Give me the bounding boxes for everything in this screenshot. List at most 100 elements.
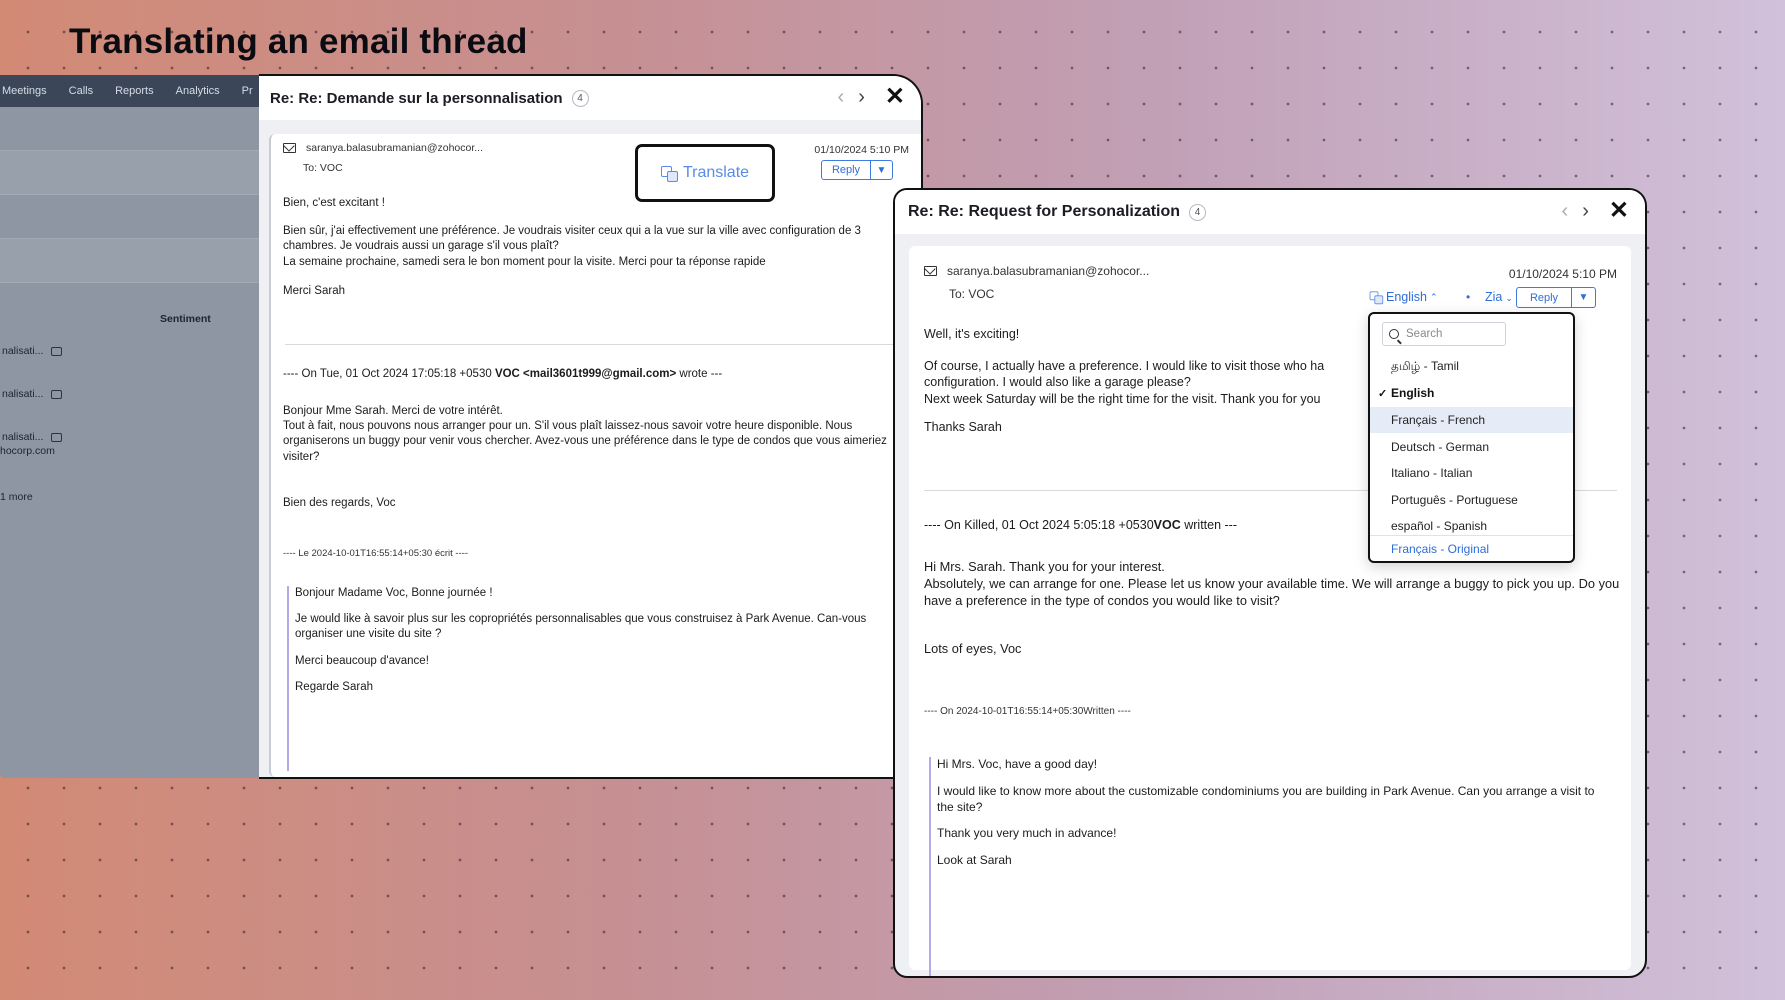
envelope-icon	[924, 266, 937, 276]
body-line: Bien, c'est excitant !	[283, 197, 385, 209]
nested-quote-line: Je would like à savoir plus sur les copr…	[295, 613, 867, 641]
email-header: Re: Re: Request for Personalization 4 ‹ …	[895, 190, 1645, 234]
reply-options-button[interactable]: ▼	[871, 160, 893, 180]
reply-button[interactable]: Reply	[821, 160, 871, 180]
email-header: Re: Re: Demande sur la personnalisation …	[259, 76, 921, 120]
email-date: 01/10/2024 5:10 PM	[814, 144, 909, 156]
nav-reports[interactable]: Reports	[115, 85, 154, 97]
message-body: Bien, c'est excitant ! Bien sûr, j'ai ef…	[283, 196, 899, 308]
language-option-french[interactable]: Français - French	[1370, 407, 1573, 433]
language-option-english[interactable]: ✓ English	[1370, 380, 1573, 406]
separator-dot: •	[1466, 290, 1471, 304]
language-selected: English	[1386, 290, 1427, 304]
language-option-portuguese[interactable]: Português - Portuguese	[1370, 487, 1573, 513]
envelope-icon	[283, 143, 296, 153]
language-selector[interactable]: English ⌃	[1368, 290, 1438, 305]
nested-quote-line: Regarde Sarah	[295, 680, 373, 693]
quoted-sender: VOC <mail3601t999@gmail.com>	[494, 368, 677, 380]
divider	[285, 344, 915, 345]
nested-quote-line: Bonjour Madame Voc, Bonne journée !	[295, 587, 493, 599]
translate-icon	[660, 166, 678, 182]
quoted-body: Hi Mrs. Sarah. Thank you for your intere…	[924, 559, 1624, 667]
email-subject: Re: Re: Request for Personalization	[908, 203, 1181, 220]
crm-row-label[interactable]: nalisati...	[2, 431, 63, 443]
email-window-original: Re: Re: Demande sur la personnalisation …	[259, 74, 923, 779]
email-window-translated: Re: Re: Request for Personalization 4 ‹ …	[893, 188, 1647, 978]
zia-menu[interactable]: Zia ⌄	[1485, 290, 1513, 304]
quote-separator: ---- Le 2024-10-01T16:55:14+05:30 écrit …	[283, 548, 469, 559]
sentiment-column-header: Sentiment	[160, 313, 211, 325]
checkmark-icon: ✓	[1378, 387, 1388, 400]
reply-button-group: Reply ▼	[821, 160, 893, 180]
crm-row-label[interactable]: nalisati...	[2, 345, 63, 357]
crm-row-email: hocorp.com	[0, 445, 55, 457]
recipient-line: To: VOC	[303, 162, 343, 174]
crm-row	[0, 107, 262, 151]
message-card: saranya.balasubramanian@zohocor... To: V…	[269, 134, 921, 777]
body-line: configuration. I would also like a garag…	[924, 375, 1191, 389]
quoted-line: Tout à fait, nous pouvons nous arranger …	[283, 420, 887, 463]
message-icon	[51, 346, 63, 356]
crm-top-nav: Meetings Calls Reports Analytics Pr	[0, 75, 262, 107]
nav-meetings[interactable]: Meetings	[2, 85, 47, 97]
message-icon	[51, 432, 63, 442]
language-option-german[interactable]: Deutsch - German	[1370, 434, 1573, 460]
language-option-italian[interactable]: Italiano - Italian	[1370, 460, 1573, 486]
nested-quote: Bonjour Madame Voc, Bonne journée ! Je w…	[287, 586, 899, 771]
chevron-down-icon: ⌄	[1505, 293, 1513, 303]
crm-row-label[interactable]: nalisati...	[2, 388, 63, 400]
crm-background-app: Meetings Calls Reports Analytics Pr Sent…	[0, 75, 262, 778]
email-subject: Re: Re: Demande sur la personnalisation	[270, 89, 563, 107]
close-icon[interactable]: ✕	[885, 85, 905, 109]
nested-quote-line: I would like to know more about the cust…	[937, 783, 1595, 814]
quoted-header: ---- On Tue, 01 Oct 2024 17:05:18 +0530 …	[283, 368, 723, 380]
nav-calls[interactable]: Calls	[69, 85, 93, 97]
nested-quote-line: Hi Mrs. Voc, have a good day!	[937, 757, 1098, 771]
quoted-line: Absolutely, we can arrange for one. Plea…	[924, 575, 1620, 608]
reply-button[interactable]: Reply	[1516, 287, 1572, 308]
body-line: Next week Saturday will be the right tim…	[924, 391, 1321, 406]
quoted-sender: VOC	[1153, 518, 1181, 532]
reply-options-button[interactable]: ▼	[1572, 287, 1596, 308]
sender-address[interactable]: saranya.balasubramanian@zohocor...	[306, 142, 483, 154]
nested-quote-line: Merci beaucoup d'avance!	[295, 654, 429, 667]
page-headline: Translating an email thread	[69, 22, 528, 61]
body-line: Of course, I actually have a preference.…	[924, 358, 1325, 373]
translate-label: Translate	[682, 164, 750, 181]
nav-analytics[interactable]: Analytics	[176, 85, 220, 97]
quoted-body: Bonjour Mme Sarah. Merci de votre intérê…	[283, 404, 899, 520]
message-icon	[51, 389, 63, 399]
language-search-input[interactable]: Search	[1382, 322, 1506, 346]
message-body: Well, it's exciting! Of course, I actual…	[924, 326, 1354, 445]
nested-quote-line: Look at Sarah	[937, 853, 1012, 868]
email-nav: ‹ › ✕	[1562, 199, 1629, 223]
nested-quote-line: Thank you very much in advance!	[937, 826, 1117, 841]
next-arrow-icon[interactable]: ›	[1582, 201, 1589, 221]
email-nav: ‹ › ✕	[838, 85, 905, 109]
reply-button-group: Reply ▼	[1516, 287, 1596, 308]
crm-row	[0, 195, 262, 239]
thread-count-badge: 4	[571, 89, 589, 107]
crm-row	[0, 239, 262, 283]
next-arrow-icon[interactable]: ›	[858, 87, 865, 107]
nav-more[interactable]: Pr	[242, 85, 253, 97]
previous-arrow-icon[interactable]: ‹	[1562, 201, 1569, 221]
signature: Merci Sarah	[283, 284, 345, 297]
translate-icon	[1369, 291, 1384, 305]
sender-row: saranya.balasubramanian@zohocor...	[283, 142, 483, 154]
close-icon[interactable]: ✕	[1609, 199, 1629, 223]
previous-arrow-icon[interactable]: ‹	[838, 87, 845, 107]
body-line: Bien sûr, j'ai effectivement une préfére…	[283, 225, 861, 253]
language-option-original[interactable]: Français - Original	[1370, 535, 1573, 561]
translate-button[interactable]: Translate	[635, 144, 775, 202]
crm-row	[0, 151, 262, 195]
search-icon	[1389, 329, 1399, 339]
quoted-line: Bonjour Mme Sarah. Merci de votre intérê…	[283, 405, 503, 417]
thread-count-badge: 4	[1189, 203, 1207, 221]
recipient-line: To: VOC	[949, 287, 995, 301]
quoted-signature: Bien des regards, Voc	[283, 496, 396, 509]
quote-separator: ---- On 2024-10-01T16:55:14+05:30Written…	[924, 706, 1131, 717]
sender-address[interactable]: saranya.balasubramanian@zohocor...	[947, 264, 1149, 278]
crm-row-more[interactable]: 1 more	[0, 491, 33, 503]
language-option-tamil[interactable]: தமிழ் - Tamil	[1370, 354, 1573, 380]
